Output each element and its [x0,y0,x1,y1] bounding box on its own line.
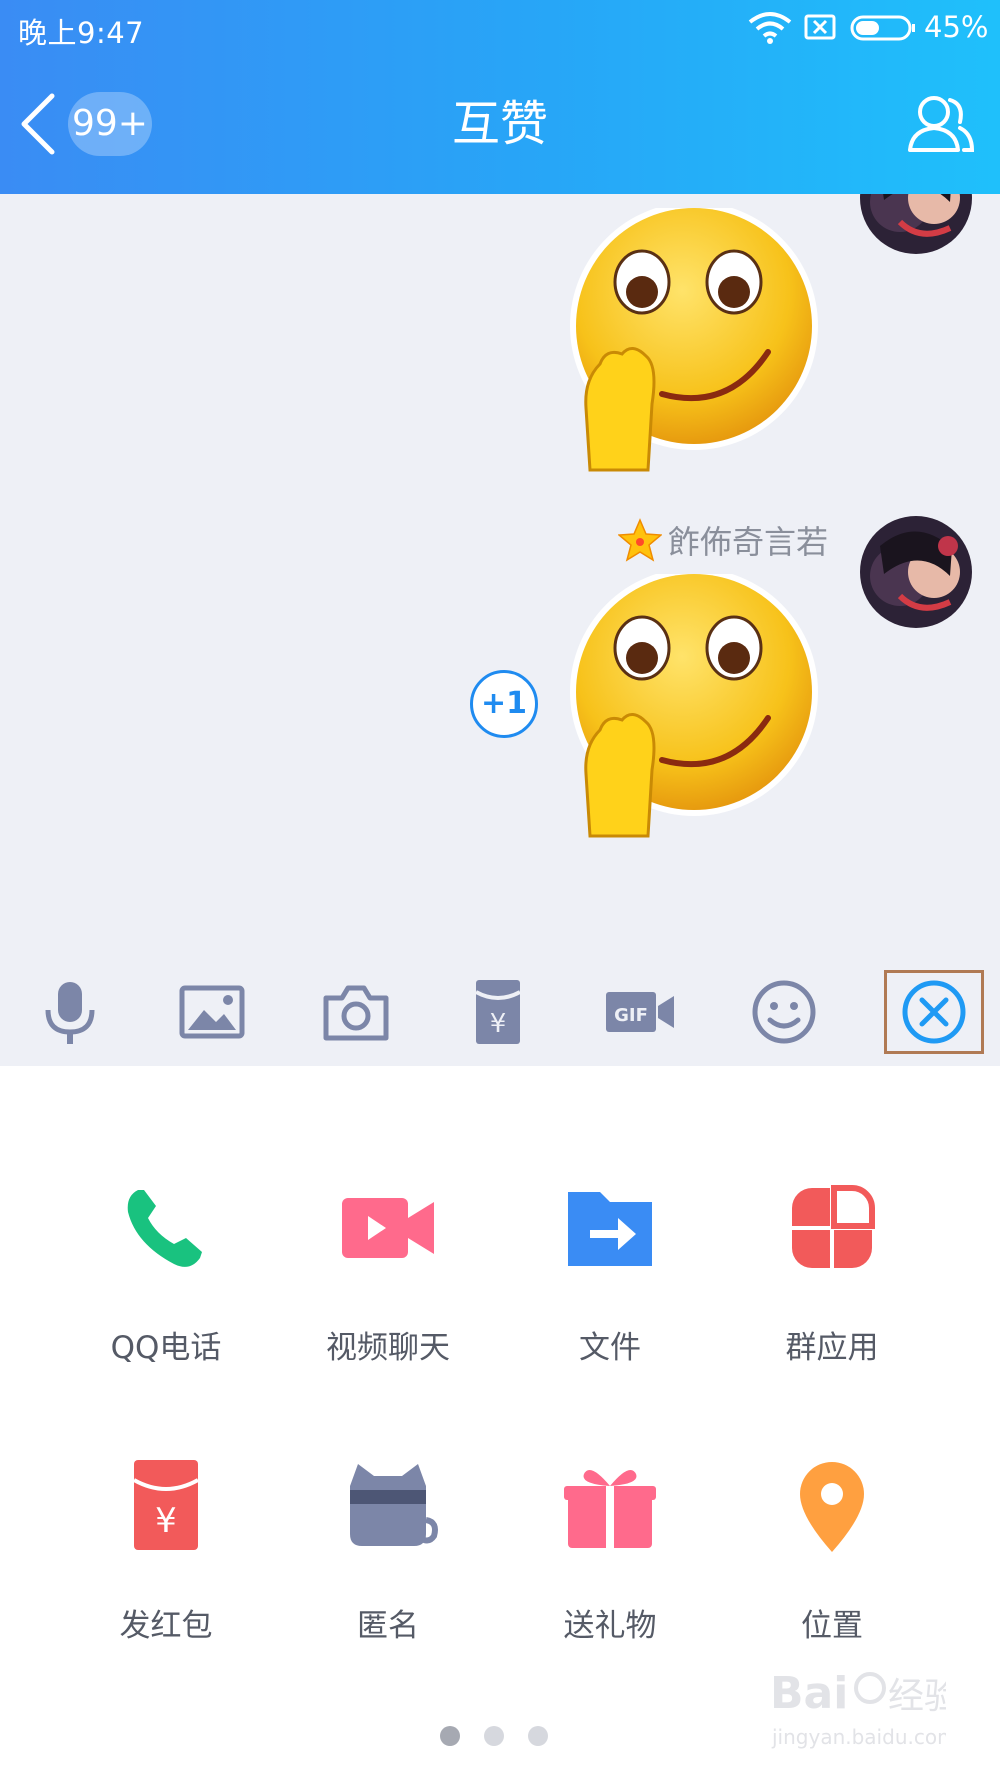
app-label: 群应用 [785,1330,879,1366]
wifi-icon [748,12,792,44]
svg-text:GIF: GIF [614,1005,648,1026]
svg-text:¥: ¥ [155,1501,177,1541]
svg-text:Bai: Bai [770,1668,848,1719]
red-packet-icon[interactable]: ¥ [458,972,538,1052]
sticker-message[interactable] [566,568,838,846]
app-location[interactable]: 位置 [732,1456,932,1645]
no-sim-icon [804,14,836,40]
file-icon [568,1192,652,1266]
microphone-icon[interactable] [30,972,110,1052]
sticker-message[interactable] [566,202,838,480]
app-video-chat[interactable]: 视频聊天 [288,1178,488,1367]
chat-area[interactable]: 飵佈奇言若 +1 [0,194,1000,1066]
star-icon [618,518,662,562]
status-bar: 晚上9:47 45% [0,0,1000,56]
avatar[interactable] [860,516,972,628]
svg-text:经验: 经验 [888,1676,946,1717]
page-dot[interactable] [528,1726,548,1746]
gift-icon [564,1470,656,1548]
red-packet-icon: ¥ [133,1460,199,1550]
unread-badge[interactable]: 99+ [68,92,152,156]
status-time: 晚上9:47 [18,16,145,50]
battery-percent: 45% [924,10,989,44]
group-members-icon[interactable] [904,88,976,160]
composer-toolbar: ¥ GIF [0,960,1000,1066]
app-group-apps[interactable]: 群应用 [732,1178,932,1367]
video-icon [342,1198,434,1258]
plus-one-button[interactable]: +1 [470,670,538,738]
camera-icon[interactable] [316,972,396,1052]
app-file[interactable]: 文件 [510,1178,710,1367]
app-label: QQ电话 [110,1330,222,1366]
phone-icon [127,1190,202,1267]
svg-text:jingyan.baidu.com: jingyan.baidu.com [771,1725,946,1749]
qq-chat-screen: 晚上9:47 45% 99+ 互赞 飵佈奇言若 +1 ¥ GIF QQ电话 视频… [0,0,1000,1778]
app-label: 位置 [801,1608,863,1644]
app-label: 视频聊天 [326,1330,450,1366]
app-anonymous[interactable]: 匿名 [288,1456,488,1645]
app-label: 文件 [579,1330,641,1366]
app-qq-call[interactable]: QQ电话 [66,1178,266,1367]
sender-name: 飵佈奇言若 [668,523,829,561]
location-icon [800,1462,864,1552]
page-title: 互赞 [451,96,548,152]
sender-row: 飵佈奇言若 [618,514,828,566]
avatar[interactable] [860,194,972,254]
page-dot[interactable] [440,1726,460,1746]
page-indicator[interactable] [440,1726,572,1746]
svg-text:¥: ¥ [490,1009,507,1039]
watermark-logo: Bai 经验 jingyan.baidu.com [770,1668,946,1749]
close-icon [902,980,966,1044]
anonymous-cat-icon [350,1464,438,1546]
close-panel-button[interactable] [884,970,984,1054]
page-dot[interactable] [484,1726,504,1746]
apps-icon [792,1185,875,1268]
app-label: 发红包 [119,1608,213,1644]
app-send-gift[interactable]: 送礼物 [510,1456,710,1645]
battery-icon [850,15,915,41]
image-icon[interactable] [172,972,252,1052]
gif-icon[interactable]: GIF [600,972,680,1052]
header: 晚上9:47 45% 99+ 互赞 [0,0,1000,194]
back-icon[interactable] [14,88,62,160]
plus-panel: QQ电话 视频聊天 文件 群应用 ¥ 发红包 匿名 送礼物 位置 Bai 经验 … [0,1066,1000,1778]
app-red-packet[interactable]: ¥ 发红包 [66,1456,266,1645]
app-label: 匿名 [357,1608,419,1644]
app-label: 送礼物 [563,1608,657,1644]
emoji-icon[interactable] [744,972,824,1052]
